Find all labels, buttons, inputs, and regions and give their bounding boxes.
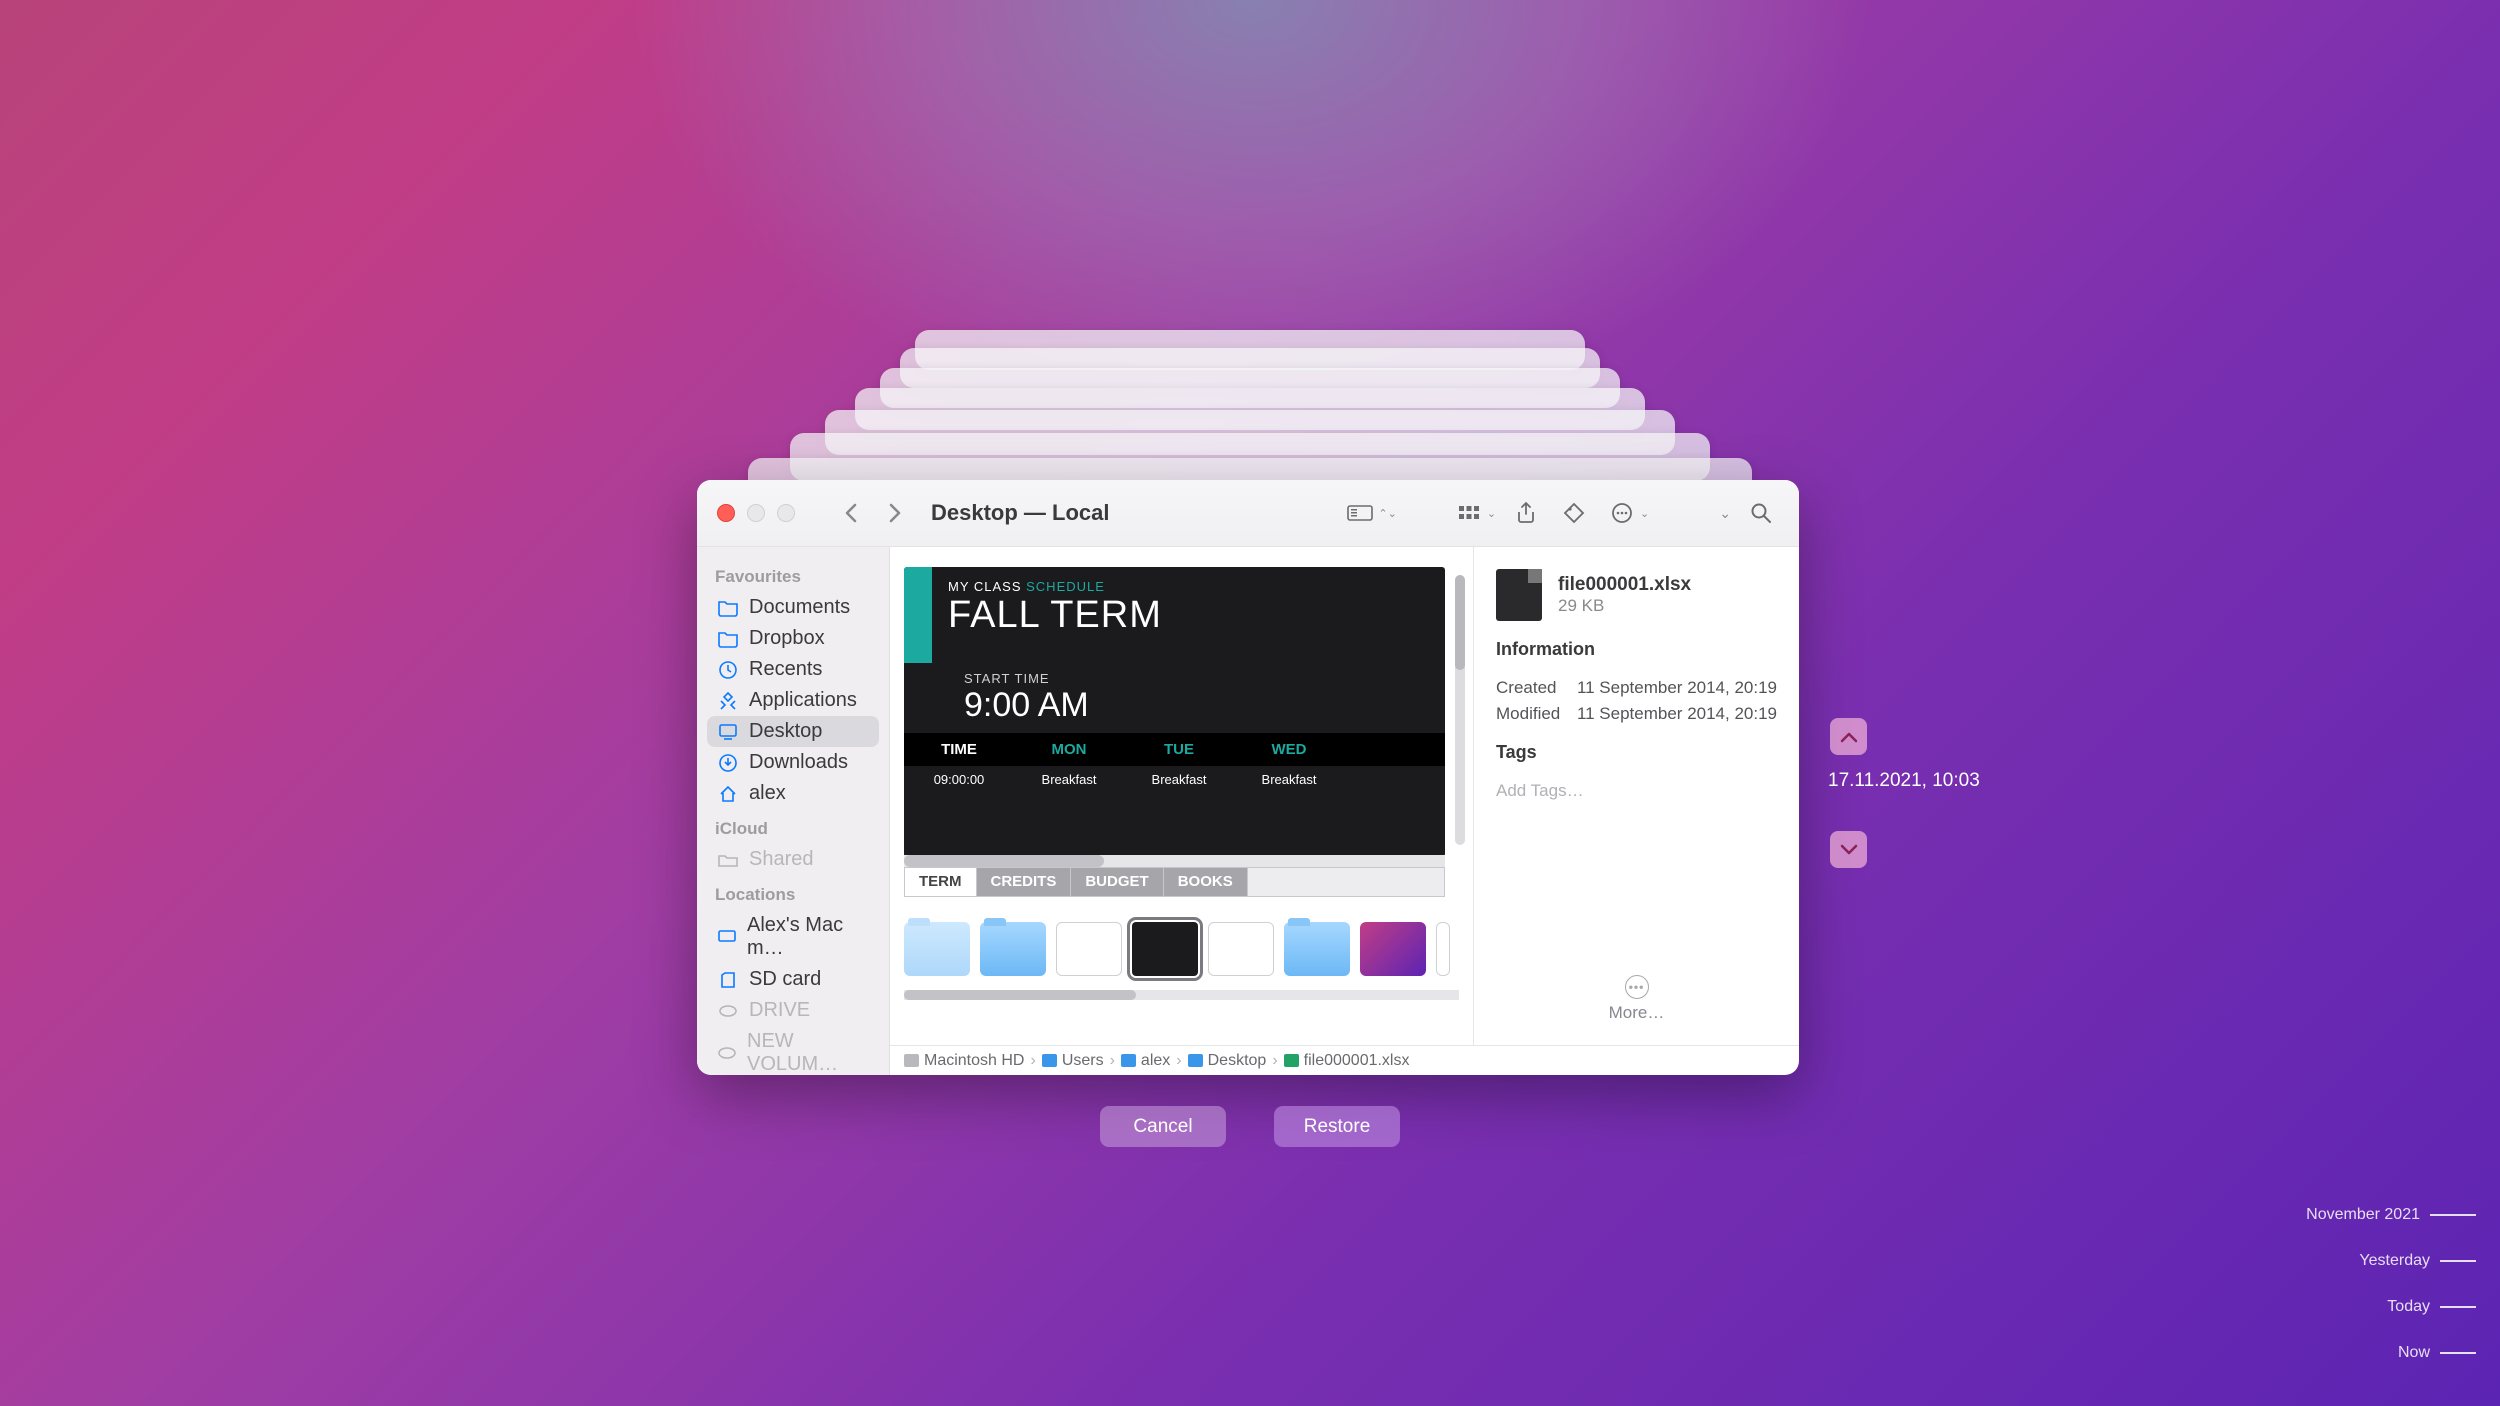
view-mode-button[interactable] xyxy=(1342,497,1378,529)
sidebar-item-home[interactable]: alex xyxy=(707,778,879,809)
sidebar: Favourites Documents Dropbox Recents App… xyxy=(697,547,890,1075)
file-name: file000001.xlsx xyxy=(1558,574,1691,596)
finder-window: Desktop — Local ⌃⌄ ⌄ ⌄ ⌄ xyxy=(697,480,1799,1075)
disk-icon xyxy=(904,1054,919,1067)
thumbnail-image[interactable] xyxy=(1360,922,1426,976)
file-size: 29 KB xyxy=(1558,596,1691,616)
sidebar-item-shared: Shared xyxy=(707,844,879,875)
sheet-tab-budget[interactable]: BUDGET xyxy=(1071,868,1163,896)
home-icon xyxy=(717,783,739,805)
sidebar-item-desktop[interactable]: Desktop xyxy=(707,716,879,747)
computer-icon xyxy=(717,926,737,948)
drive-icon xyxy=(717,1042,737,1064)
forward-button[interactable] xyxy=(879,497,911,529)
folder-icon xyxy=(717,597,739,619)
pathbar-segment[interactable]: Macintosh HD xyxy=(904,1052,1024,1070)
sheet-tabs: TERM CREDITS BUDGET BOOKS xyxy=(904,867,1445,897)
sidebar-item-applications[interactable]: Applications xyxy=(707,685,879,716)
file-preview: MY CLASS SCHEDULE FALL TERM START TIME 9… xyxy=(904,567,1445,857)
thumbnail-folder[interactable] xyxy=(980,922,1046,976)
vertical-scrollbar[interactable] xyxy=(1455,575,1465,845)
thumbnail-folder[interactable] xyxy=(1284,922,1350,976)
sidebar-item-sdcard[interactable]: SD card xyxy=(707,964,879,995)
sheet-tab-term[interactable]: TERM xyxy=(905,868,977,896)
thumbnail-doc[interactable] xyxy=(1436,922,1450,976)
sidebar-item-documents[interactable]: Documents xyxy=(707,592,879,623)
thumbnail-doc[interactable] xyxy=(1056,922,1122,976)
folder-icon xyxy=(1121,1054,1136,1067)
chevron-down-icon: ⌄ xyxy=(1640,507,1649,520)
thumbnail-strip xyxy=(904,897,1459,990)
more-button[interactable]: More… xyxy=(1496,1003,1777,1023)
fullscreen-window-button[interactable] xyxy=(777,504,795,522)
group-button[interactable] xyxy=(1451,497,1487,529)
thumbnail-folder[interactable] xyxy=(904,922,970,976)
back-button[interactable] xyxy=(835,497,867,529)
thumbnail-selected[interactable] xyxy=(1132,922,1198,976)
sidebar-item-dropbox[interactable]: Dropbox xyxy=(707,623,879,654)
sidebar-heading-favourites: Favourites xyxy=(707,557,879,592)
pathbar-segment[interactable]: Desktop xyxy=(1188,1052,1267,1070)
window-title: Desktop — Local xyxy=(931,500,1109,526)
sidebar-item-newvolume: NEW VOLUM… xyxy=(707,1026,879,1075)
apps-icon xyxy=(717,690,739,712)
snapshot-down-button[interactable] xyxy=(1830,831,1867,868)
sdcard-icon xyxy=(717,969,739,991)
folder-icon xyxy=(1042,1054,1057,1067)
timeline[interactable]: November 2021 Yesterday Today Now xyxy=(2306,1192,2476,1376)
folder-icon xyxy=(1188,1054,1203,1067)
sheet-tab-books[interactable]: BOOKS xyxy=(1164,868,1248,896)
info-panel: file000001.xlsx 29 KB Information Create… xyxy=(1473,547,1799,1045)
drive-icon xyxy=(717,1000,739,1022)
share-button[interactable] xyxy=(1508,497,1544,529)
ellipsis-icon: ••• xyxy=(1625,975,1649,999)
info-heading: Information xyxy=(1496,639,1777,660)
sheet-tab-credits[interactable]: CREDITS xyxy=(977,868,1072,896)
sidebar-heading-locations: Locations xyxy=(707,875,879,910)
shared-icon xyxy=(717,849,739,871)
restore-button[interactable]: Restore xyxy=(1274,1106,1400,1147)
display-icon xyxy=(717,721,739,743)
window-controls xyxy=(717,504,795,522)
sidebar-item-recents[interactable]: Recents xyxy=(707,654,879,685)
snapshot-up-button[interactable] xyxy=(1830,718,1867,755)
preview-horizontal-scrollbar[interactable] xyxy=(904,855,1445,867)
thumbnail-horizontal-scrollbar[interactable] xyxy=(904,990,1459,1000)
action-button[interactable] xyxy=(1604,497,1640,529)
minimize-window-button[interactable] xyxy=(747,504,765,522)
chevron-updown-icon: ⌃⌄ xyxy=(1378,507,1396,520)
close-window-button[interactable] xyxy=(717,504,735,522)
gallery-preview: MY CLASS SCHEDULE FALL TERM START TIME 9… xyxy=(890,547,1473,1045)
sidebar-heading-icloud: iCloud xyxy=(707,809,879,844)
xlsx-icon xyxy=(1284,1054,1299,1067)
cancel-button[interactable]: Cancel xyxy=(1100,1106,1226,1147)
sidebar-item-downloads[interactable]: Downloads xyxy=(707,747,879,778)
snapshot-timestamp: 17.11.2021, 10:03 xyxy=(1828,770,1980,792)
folder-icon xyxy=(717,628,739,650)
search-button[interactable] xyxy=(1743,497,1779,529)
thumbnail-doc[interactable] xyxy=(1208,922,1274,976)
titlebar: Desktop — Local ⌃⌄ ⌄ ⌄ ⌄ xyxy=(697,480,1799,547)
pathbar-segment[interactable]: alex xyxy=(1121,1052,1170,1070)
tags-button[interactable] xyxy=(1556,497,1592,529)
pathbar-segment[interactable]: Users xyxy=(1042,1052,1104,1070)
tags-input[interactable]: Add Tags… xyxy=(1496,781,1777,801)
path-bar: Macintosh HD› Users› alex› Desktop› file… xyxy=(890,1045,1799,1075)
file-icon xyxy=(1496,569,1542,621)
chevron-down-icon[interactable]: ⌄ xyxy=(1719,505,1731,522)
chevron-down-icon: ⌄ xyxy=(1487,507,1496,520)
pathbar-segment[interactable]: file000001.xlsx xyxy=(1284,1052,1410,1070)
download-icon xyxy=(717,752,739,774)
tags-heading: Tags xyxy=(1496,742,1777,763)
clock-icon xyxy=(717,659,739,681)
sidebar-item-mac[interactable]: Alex's Mac m… xyxy=(707,910,879,964)
sidebar-item-drive: DRIVE xyxy=(707,995,879,1026)
